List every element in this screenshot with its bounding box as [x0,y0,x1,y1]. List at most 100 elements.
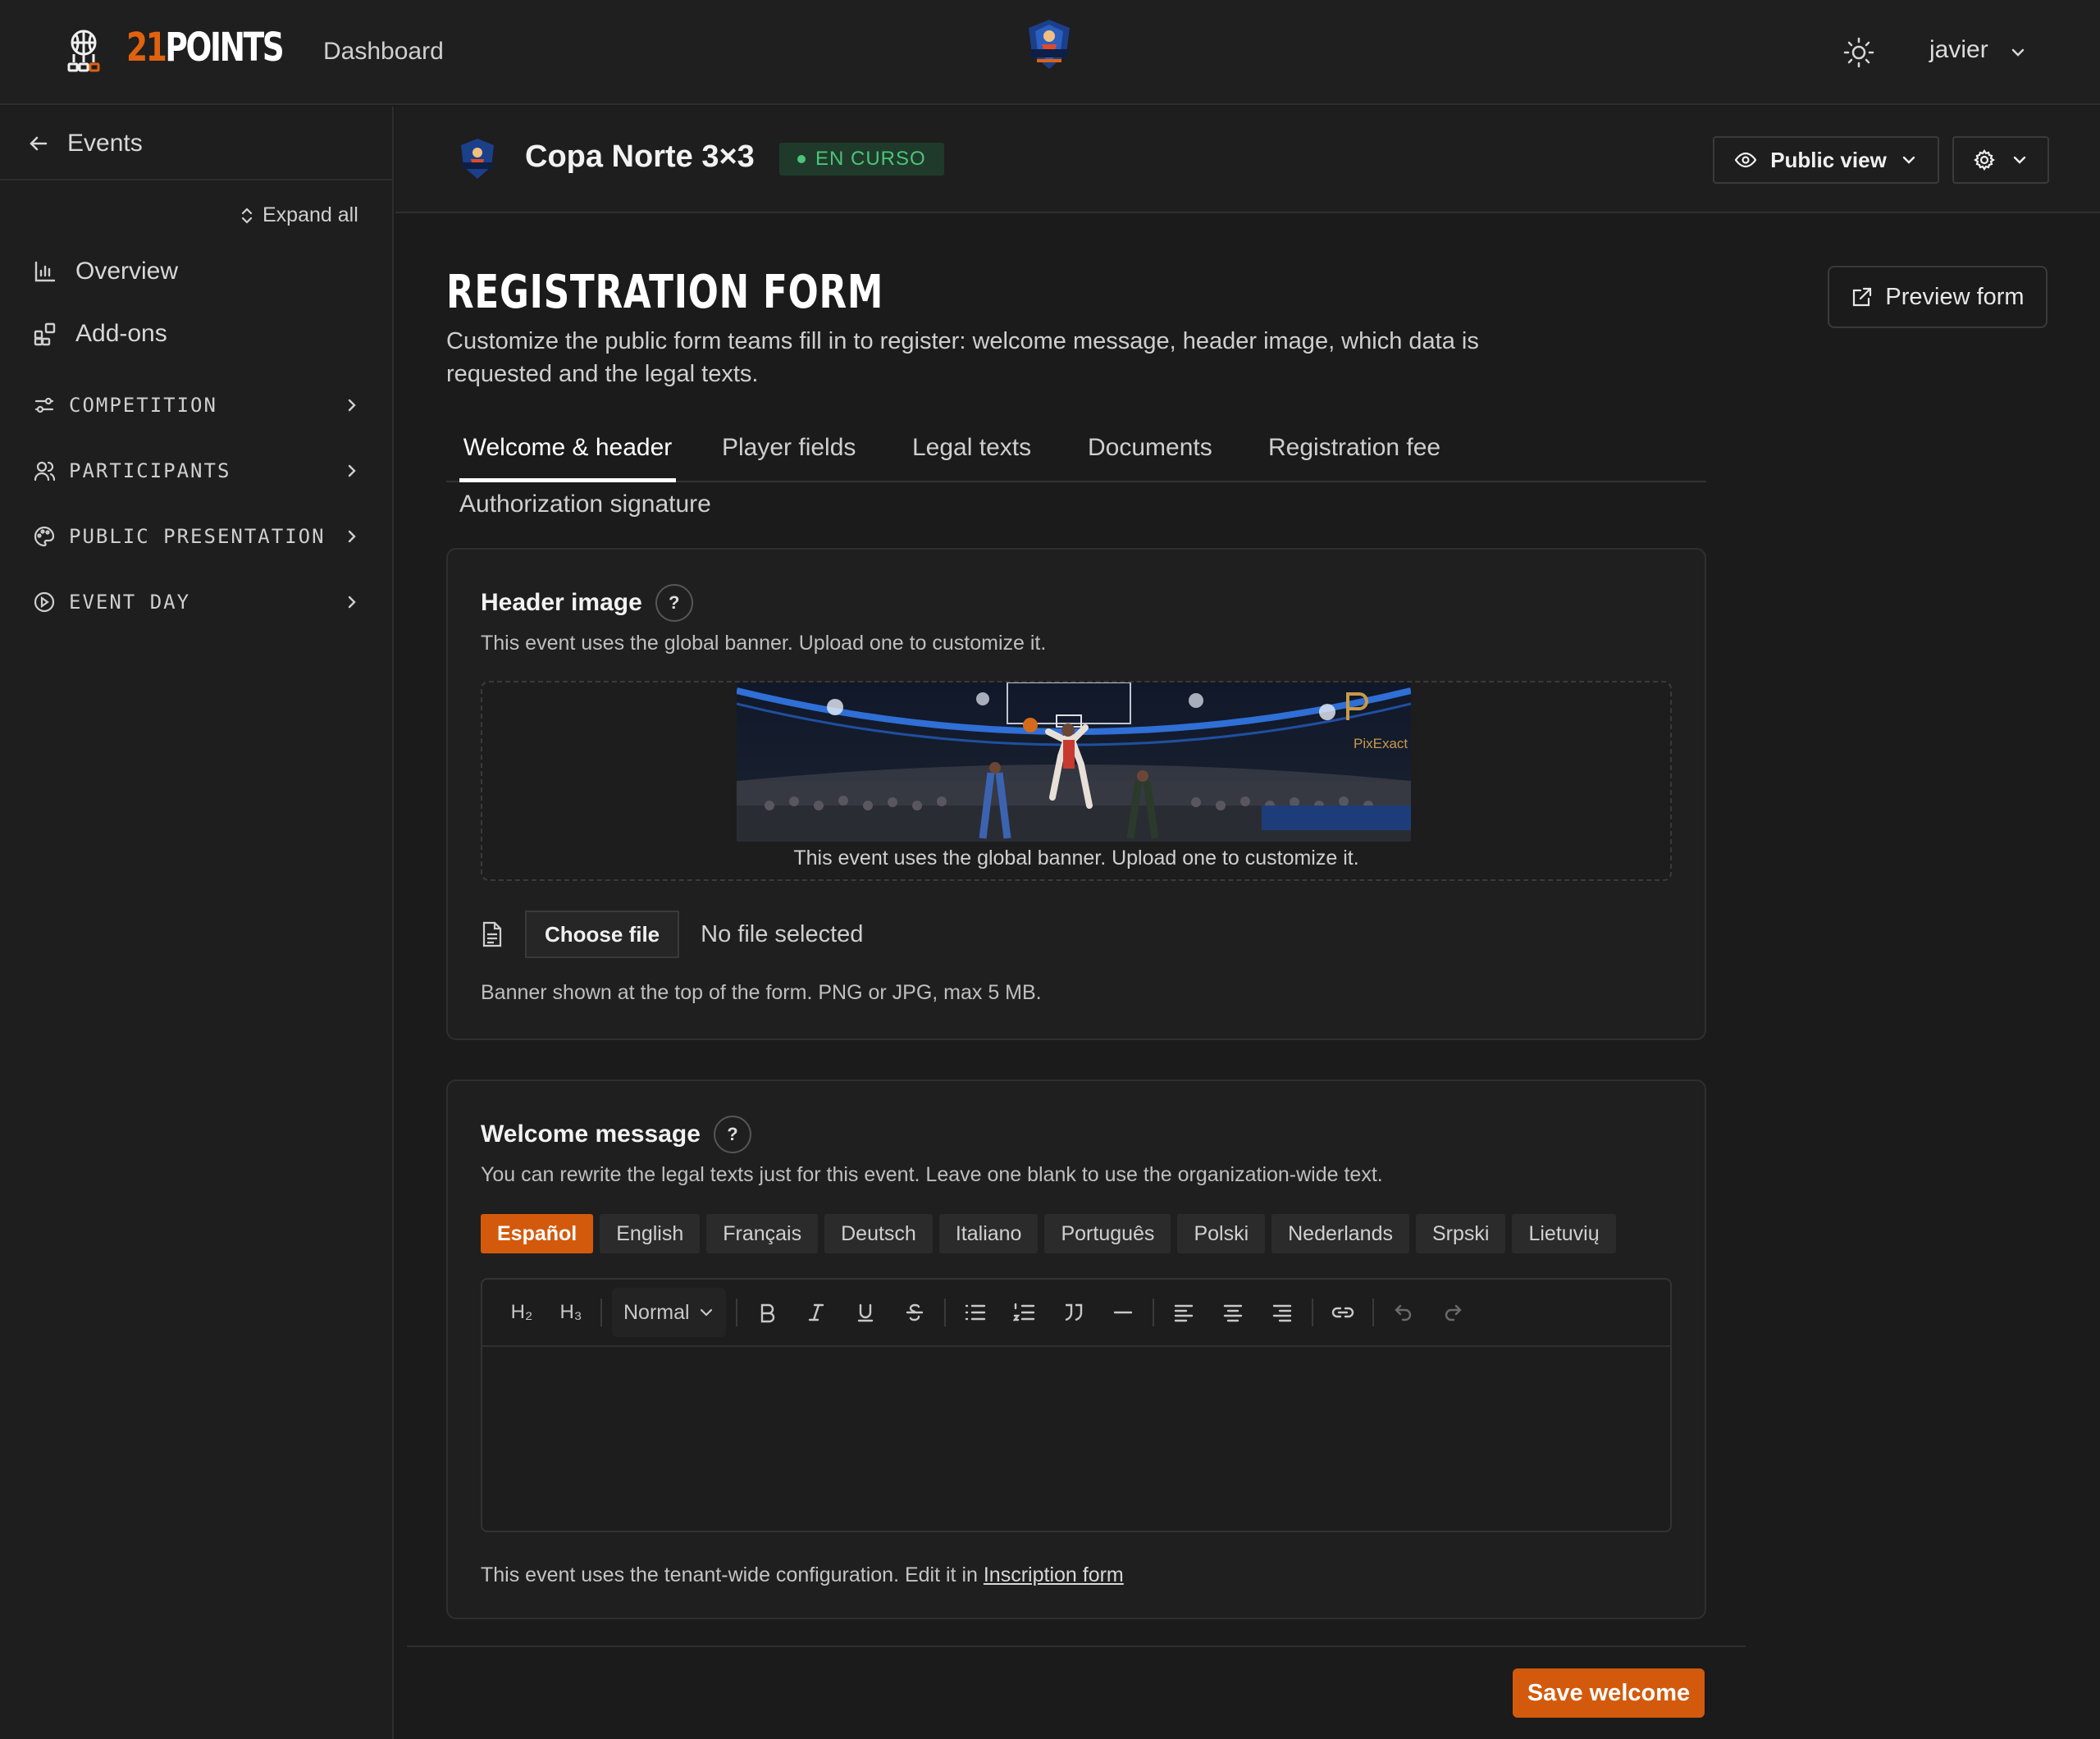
back-label: Events [67,130,143,157]
underline-icon [857,1303,873,1322]
tab-player-fields[interactable]: Player fields [722,427,856,482]
chevron-down-icon[interactable] [2008,43,2028,62]
tab-legal-texts[interactable]: Legal texts [912,427,1031,482]
help-icon[interactable]: ? [655,584,693,622]
tabs: Welcome & header Player fields Legal tex… [446,427,1706,482]
strikethrough-button[interactable] [890,1288,939,1337]
event-team-logo [454,136,500,182]
event-settings-button[interactable] [1952,136,2049,184]
lang-tab-es[interactable]: Español [481,1214,594,1253]
nav-dashboard[interactable]: Dashboard [323,38,444,66]
file-icon [482,921,502,947]
lang-tab-fr[interactable]: Français [706,1214,819,1253]
sidebar-group-public-presentation[interactable]: PUBLIC PRESENTATION [33,525,361,548]
tab-authorization-signature[interactable]: Authorization signature [459,491,711,518]
theme-toggle-sun-icon[interactable] [1842,36,1875,69]
tab-registration-fee[interactable]: Registration fee [1268,427,1440,482]
italic-icon [808,1303,824,1321]
lang-tab-it[interactable]: Italiano [938,1214,1039,1253]
toolbar-separator [943,1299,946,1326]
align-right-button[interactable] [1258,1288,1307,1337]
sidebar-item-addons[interactable]: Add-ons [33,320,167,348]
lang-tab-sr[interactable]: Srpski [1415,1214,1506,1253]
sidebar-group-competition[interactable]: COMPETITION [33,394,361,417]
sidebar-group-event-day[interactable]: EVENT DAY [33,591,361,614]
brand-logo[interactable]: 21POINTS [126,25,285,71]
welcome-message-subtitle: You can rewrite the legal texts just for… [481,1163,1383,1186]
file-upload-row: Choose file No file selected [481,911,863,958]
strikethrough-icon [906,1303,923,1321]
bold-button[interactable] [742,1288,792,1337]
preview-form-button[interactable]: Preview form [1828,266,2048,328]
heading-2-button[interactable]: H₂ [497,1288,546,1337]
link-button[interactable] [1318,1288,1367,1337]
toolbar-separator [600,1299,602,1326]
status-dot-icon [797,155,806,163]
back-to-events[interactable]: Events [28,130,143,157]
public-view-button[interactable]: Public view [1713,136,1939,184]
basketball-hoop-icon[interactable] [57,26,110,79]
editor-content-area[interactable] [482,1349,1670,1531]
horizontal-rule-icon [1113,1311,1132,1314]
align-left-icon [1174,1304,1193,1322]
header-image-title: Header image ? [481,584,693,622]
lang-tab-nl[interactable]: Nederlands [1271,1214,1409,1253]
chevron-down-icon [1902,156,1915,164]
palette-icon [34,526,55,547]
ordered-list-button[interactable] [1000,1288,1049,1337]
chevron-down-icon [2013,156,2026,164]
undo-button[interactable] [1379,1288,1428,1337]
tab-welcome-header[interactable]: Welcome & header [459,427,676,482]
lang-tab-lt[interactable]: Lietuvių [1512,1214,1616,1253]
team-logo [1020,16,1078,74]
lang-tab-de[interactable]: Deutsch [824,1214,933,1253]
page-title: REGISTRATION FORM [446,266,884,319]
expand-all-button[interactable]: Expand all [240,203,358,227]
heading-3-button[interactable]: H₃ [546,1288,596,1337]
lang-tab-pl[interactable]: Polski [1177,1214,1266,1253]
align-center-button[interactable] [1208,1288,1258,1337]
gear-icon [1974,149,1995,171]
tab-documents[interactable]: Documents [1088,427,1212,482]
underline-button[interactable] [841,1288,890,1337]
redo-button[interactable] [1428,1288,1477,1337]
lang-tab-en[interactable]: English [600,1214,701,1253]
user-menu-name[interactable]: javier [1929,36,1988,64]
blockquote-button[interactable] [1049,1288,1098,1337]
chevron-right-icon [348,464,356,477]
choose-file-button[interactable]: Choose file [525,911,680,958]
help-icon[interactable]: ? [713,1116,751,1153]
banner-dropzone[interactable]: PixExact This event uses the global bann… [481,681,1672,881]
sidebar-item-overview[interactable]: Overview [33,258,178,285]
users-icon [34,461,56,482]
sliders-icon [34,397,54,413]
editor-toolbar: H₂ H₃ Normal [482,1280,1670,1347]
external-link-icon [1853,287,1872,307]
sidebar-group-participants[interactable]: PARTICIPANTS [33,459,361,482]
top-bar: 21POINTS Dashboard javier [0,0,2100,105]
align-left-button[interactable] [1159,1288,1208,1337]
page-description: Customize the public form teams fill in … [446,328,1479,387]
bold-icon [760,1303,774,1323]
bullet-list-button[interactable] [951,1288,1000,1337]
block-type-select[interactable]: Normal [612,1288,726,1337]
quote-icon [1065,1303,1082,1321]
italic-button[interactable] [792,1288,841,1337]
header-image-card: Header image ? This event uses the globa… [446,548,1706,1040]
arrow-left-icon [30,136,48,151]
banner-caption: This event uses the global banner. Uploa… [793,847,1359,870]
config-note: This event uses the tenant-wide configur… [481,1563,1124,1586]
rich-text-editor: H₂ H₃ Normal [481,1278,1672,1532]
chevron-right-icon [348,530,356,543]
event-title: Copa Norte 3×3 [525,139,755,174]
redo-icon [1445,1304,1462,1321]
ordered-list-icon [1012,1303,1034,1321]
watermark-text: PixExact [1354,736,1408,751]
lang-tab-pt[interactable]: Português [1044,1214,1171,1253]
inscription-form-link[interactable]: Inscription form [984,1563,1124,1586]
toolbar-separator [1311,1299,1313,1326]
eye-icon [1734,152,1757,168]
chevrons-up-down-icon [241,207,253,224]
save-welcome-button[interactable]: Save welcome [1513,1668,1705,1718]
horizontal-rule-button[interactable] [1098,1288,1148,1337]
